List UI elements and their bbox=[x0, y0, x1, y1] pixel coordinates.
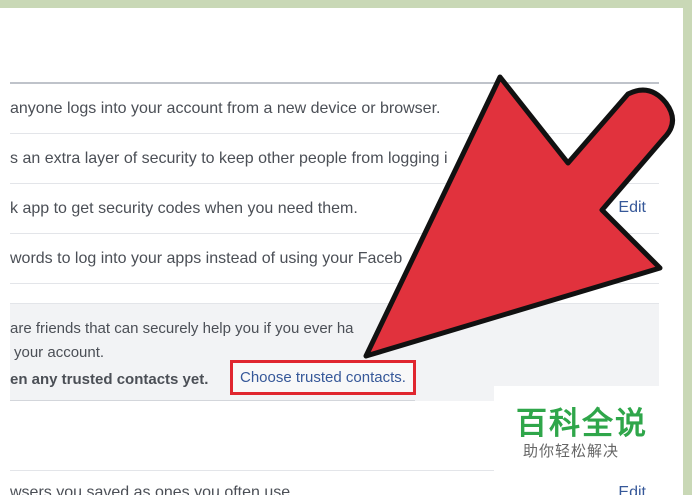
trusted-contacts-description-cont: your account. bbox=[14, 344, 105, 361]
row-description: anyone logs into your account from a new… bbox=[10, 100, 441, 117]
row-description: words to log into your apps instead of u… bbox=[10, 250, 403, 267]
row-description: k app to get security codes when you nee… bbox=[10, 200, 358, 217]
highlight-box: Choose trusted contacts. bbox=[230, 360, 416, 395]
section-divider bbox=[10, 400, 415, 401]
settings-row-login-alerts[interactable]: anyone logs into your account from a new… bbox=[10, 83, 659, 134]
row-description-tail: cc bbox=[530, 150, 546, 167]
row-description: s an extra layer of security to keep oth… bbox=[10, 150, 448, 167]
link-period: . bbox=[401, 369, 406, 386]
edit-link[interactable]: Edit bbox=[618, 484, 646, 495]
trusted-contacts-description: are friends that can securely help you i… bbox=[10, 320, 354, 337]
watermark-logo: 百科全说 助你轻松解决 bbox=[494, 386, 668, 472]
settings-row-two-factor[interactable]: s an extra layer of security to keep oth… bbox=[10, 133, 659, 184]
row-description: wsers you saved as ones you often use. bbox=[10, 484, 295, 495]
watermark-title: 百科全说 bbox=[516, 406, 648, 441]
edit-link[interactable]: Edit bbox=[618, 199, 646, 217]
settings-row-app-passwords[interactable]: words to log into your apps instead of u… bbox=[10, 233, 659, 284]
settings-row-recognized-devices[interactable]: wsers you saved as ones you often use. E… bbox=[10, 470, 659, 495]
trusted-contacts-status: en any trusted contacts yet. bbox=[10, 371, 209, 388]
watermark-subtitle: 助你轻松解决 bbox=[523, 443, 620, 460]
settings-row-code-generator[interactable]: k app to get security codes when you nee… bbox=[10, 183, 659, 234]
choose-trusted-contacts-link[interactable]: Choose trusted contacts bbox=[240, 369, 402, 386]
